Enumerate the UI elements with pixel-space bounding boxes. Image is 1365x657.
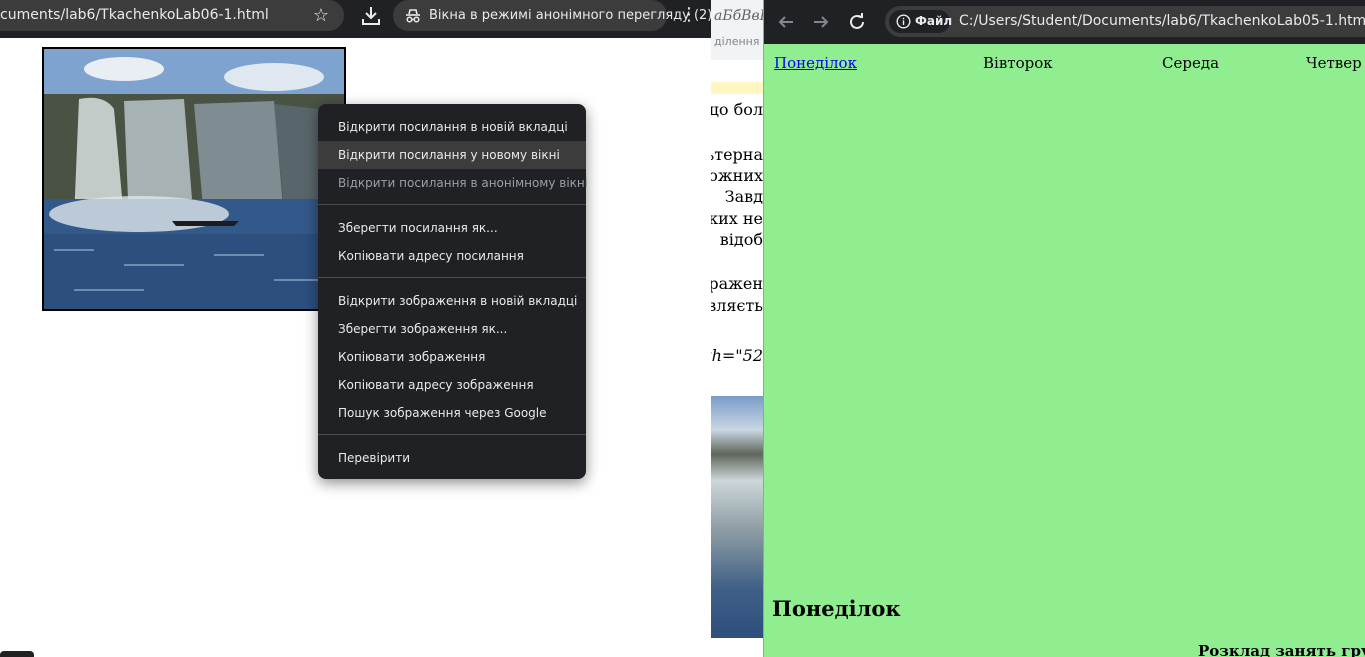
right-address-bar[interactable]: Файл C:/Users/Student/Documents/lab6/Tka…: [885, 6, 1365, 37]
background-tab-label: ділення: [714, 35, 760, 48]
menu-open-link-new-window[interactable]: Відкрити посилання у новому вікні: [318, 141, 586, 169]
menu-copy-image[interactable]: Копіювати зображення: [318, 343, 586, 371]
highlight-band: [711, 82, 763, 94]
text-line: відоб: [719, 230, 763, 249]
menu-separator: [318, 434, 586, 435]
text-line: ьтерна: [711, 145, 763, 164]
info-icon: [896, 14, 911, 29]
incognito-icon: [406, 9, 420, 23]
right-browser-toolbar: Файл C:/Users/Student/Documents/lab6/Tka…: [764, 0, 1365, 44]
arrow-right-icon[interactable]: [809, 10, 833, 34]
text-line: бражен: [711, 274, 763, 293]
menu-open-link-new-tab[interactable]: Відкрити посилання в новій вкладці: [318, 113, 586, 141]
site-info-chip[interactable]: Файл: [889, 10, 953, 33]
day-link-monday[interactable]: Понеділок: [774, 54, 857, 72]
section-heading-monday: Понеділок: [772, 596, 901, 621]
download-icon[interactable]: [358, 4, 384, 28]
menu-copy-link-address[interactable]: Копіювати адресу посилання: [318, 242, 586, 270]
star-icon[interactable]: ☆: [311, 0, 331, 31]
menu-separator: [318, 277, 586, 278]
text-line: ожних: [711, 166, 763, 185]
incognito-label: Вікна в режимі анонімного перегляду (2): [429, 8, 711, 23]
menu-open-image-new-tab[interactable]: Відкрити зображення в новій вкладці: [318, 287, 586, 315]
left-url-text: cuments/lab6/TkachenkoLab06-1.html: [0, 7, 269, 23]
menu-search-image-google[interactable]: Пошук зображення через Google: [318, 399, 586, 427]
right-url-text: C:/Users/Student/Documents/lab6/Tkachenk…: [959, 13, 1365, 29]
left-browser-toolbar: cuments/lab6/TkachenkoLab06-1.html ☆ Вік…: [0, 0, 711, 38]
text-line: Завд: [724, 187, 763, 206]
text-line: що бол: [711, 100, 763, 119]
reload-icon[interactable]: [845, 10, 869, 34]
menu-inspect[interactable]: Перевірити: [318, 444, 586, 472]
incognito-windows-button[interactable]: Вікна в режимі анонімного перегляду (2): [393, 0, 711, 31]
text-line: ких не: [711, 209, 763, 228]
text-line: вляєть: [711, 296, 763, 315]
menu-separator: [318, 204, 586, 205]
waterfall-image-partial: [711, 396, 763, 638]
background-window-toolbar: аБбВвГ ділення: [711, 0, 763, 60]
font-sample-text: аБбВвГ: [714, 8, 763, 24]
right-browser-window: Файл C:/Users/Student/Documents/lab6/Tka…: [763, 0, 1365, 657]
menu-open-link-incognito: Відкрити посилання в анонімному вікні: [338, 176, 589, 190]
background-window: аБбВвГ ділення що бол ьтерна ожних Завд …: [711, 0, 763, 657]
menu-copy-image-address[interactable]: Копіювати адресу зображення: [318, 371, 586, 399]
day-tuesday: Вівторок: [983, 54, 1053, 72]
kebab-menu-icon[interactable]: ⋮: [679, 4, 699, 28]
left-address-bar[interactable]: cuments/lab6/TkachenkoLab06-1.html ☆: [0, 0, 344, 31]
bottom-corner-element: [0, 651, 34, 657]
day-navigation: Понеділок Вівторок Середа Четвер: [764, 54, 1365, 76]
arrow-left-icon[interactable]: [774, 10, 798, 34]
menu-save-link-as[interactable]: Зберегти посилання як...: [318, 214, 586, 242]
context-menu: Відкрити посилання в новій вкладці Відкр…: [318, 104, 589, 479]
day-wednesday: Середа: [1162, 54, 1220, 72]
schedule-caption: Розклад занять груп: [1198, 642, 1365, 657]
file-chip-label: Файл: [915, 14, 953, 28]
day-thursday: Четвер: [1306, 54, 1362, 72]
menu-save-image-as[interactable]: Зберегти зображення як...: [318, 315, 586, 343]
waterfall-image[interactable]: [42, 47, 346, 311]
code-line: th="52: [711, 346, 763, 365]
